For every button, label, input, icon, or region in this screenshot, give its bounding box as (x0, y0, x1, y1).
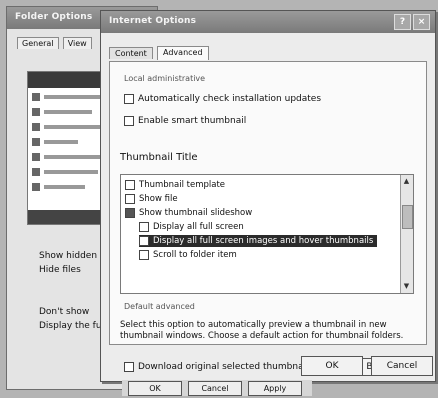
background-cancel-button[interactable]: Cancel (188, 381, 242, 396)
section-title: Thumbnail Title (120, 152, 198, 163)
option-label: Enable smart thumbnail (138, 116, 247, 126)
tab-advanced[interactable]: Advanced (157, 46, 209, 60)
option-smart-thumbnail[interactable]: Enable smart thumbnail (124, 116, 246, 126)
background-window-title: Folder Options (15, 12, 93, 22)
tree-item[interactable]: Show thumbnail slideshow (125, 207, 252, 219)
option-download-original[interactable]: Download original selected thumbnail (124, 362, 309, 372)
scroll-up-icon[interactable]: ▲ (402, 177, 411, 186)
tree-scrollbar[interactable]: ▲ ▼ (400, 175, 413, 293)
ok-button[interactable]: OK (301, 356, 363, 376)
scroll-thumb[interactable] (402, 205, 413, 229)
tree-item-selected[interactable]: Display all full screen images and hover… (139, 235, 378, 247)
checkbox[interactable] (124, 94, 134, 104)
checkbox[interactable] (124, 116, 134, 126)
tab-content[interactable]: Content (109, 47, 153, 59)
option-label: Download original selected thumbnail (138, 362, 309, 372)
option-label: Automatically check installation updates (138, 94, 322, 104)
advanced-panel: Local administrative Automatically check… (109, 61, 427, 376)
description-text: Select this option to automatically prev… (120, 320, 404, 341)
option-auto-check[interactable]: Automatically check installation updates (124, 94, 321, 104)
group-label: Default advanced (124, 302, 195, 311)
cancel-button[interactable]: Cancel (371, 356, 433, 376)
close-button[interactable]: × (413, 14, 430, 30)
checkbox[interactable] (139, 236, 149, 246)
checkbox[interactable] (139, 250, 149, 260)
checkbox[interactable] (125, 180, 135, 190)
background-apply-button[interactable]: Apply (248, 381, 302, 396)
background-button-strip: OK Cancel Apply (122, 380, 312, 396)
checkbox[interactable] (139, 222, 149, 232)
settings-tree[interactable]: Thumbnail template Show file Show thumbn… (120, 174, 414, 294)
tree-item[interactable]: Display all full screen (139, 221, 244, 233)
background-ok-button[interactable]: OK (128, 381, 182, 396)
checkbox[interactable] (125, 208, 135, 218)
tree-item[interactable]: Thumbnail template (125, 179, 225, 191)
checkbox[interactable] (125, 194, 135, 204)
tree-item[interactable]: Scroll to folder item (139, 249, 237, 261)
dialog-titlebar: Internet Options (101, 11, 435, 33)
checkbox[interactable] (124, 362, 134, 372)
tree-item[interactable]: Show file (125, 193, 178, 205)
tab-bar: Content Advanced (109, 46, 210, 61)
background-tabs: General View (17, 37, 93, 53)
background-tab-general[interactable]: General (17, 37, 59, 49)
dialog-window: Internet Options ? × Content Advanced Lo… (100, 10, 436, 382)
help-button[interactable]: ? (394, 14, 411, 30)
background-tab-view[interactable]: View (62, 37, 92, 49)
scroll-down-icon[interactable]: ▼ (402, 282, 411, 291)
dialog-title: Internet Options (109, 16, 197, 26)
group-label: Local administrative (124, 74, 206, 83)
